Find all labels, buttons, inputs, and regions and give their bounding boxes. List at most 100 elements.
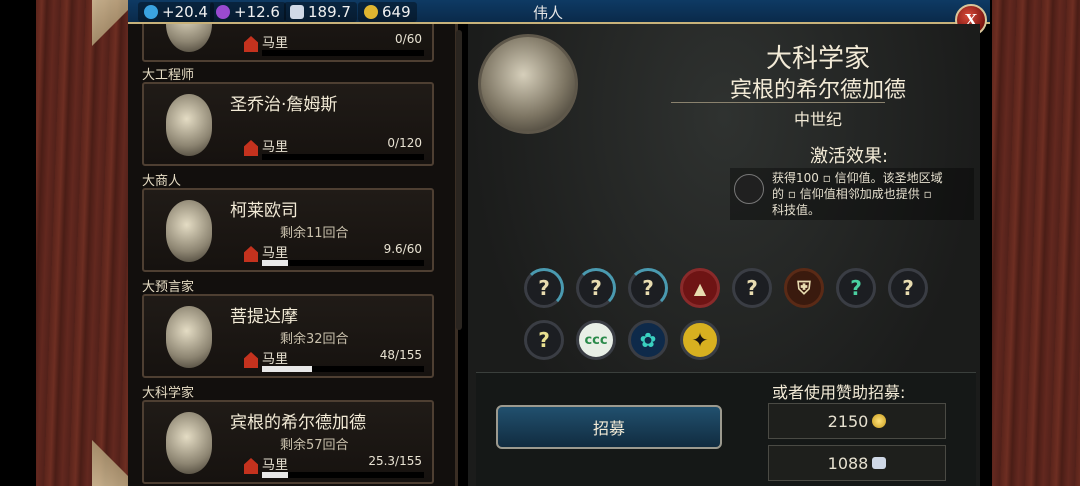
category-label: 大预言家 [142,280,195,295]
effect-text: 获得100 ▫ 信仰值。该圣地区域 的 ▫ 信仰值相邻加成也提供 ▫ 科技值。 [772,170,972,218]
city-building-icon[interactable]: ▲ [680,268,720,308]
slot-glyph: ? [538,328,550,352]
progress-fill [262,260,288,266]
great-person-detail: 大科学家 宾根的希尔德加德 中世纪 激活效果: 获得100 ▫ 信仰值。该圣地区… [468,24,980,486]
patronage-label: 或者使用赞助招募: [772,383,906,402]
great-person-medal-icon [166,412,212,474]
lotus-icon[interactable]: ✿ [628,320,668,360]
turns-remaining: 剩余32回合 [280,332,349,347]
effect-line: 的 ▫ 信仰值相邻加成也提供 ▫ [772,187,932,201]
great-person-name-title: 宾根的希尔德加德 [729,78,906,103]
great-person-medal-icon [166,94,212,156]
slot-glyph: ? [538,276,550,300]
slot-glyph: ? [902,276,914,300]
progress-fill [262,366,313,372]
progress-bar [262,366,424,372]
title-divider [671,102,885,103]
shield-icon[interactable]: ⛨ [784,268,824,308]
progress-bar [262,50,424,56]
city-name: 马里 [262,36,289,51]
great-person-type: 大科学家 [765,44,870,74]
faith-icon [290,5,304,19]
great-people-list[interactable]: 马里 0/60 大工程师 圣乔治·詹姆斯 马里 0/120 大商人 柯莱欧司 剩… [128,24,458,486]
list-scrollbar[interactable] [456,30,462,330]
progress-bar [262,154,424,160]
great-person-name: 菩提达摩 [230,307,298,327]
great-person-card[interactable]: 柯莱欧司 剩余11回合 马里 9.6/60 [142,188,434,272]
city-name: 马里 [262,352,289,367]
city-icon [244,458,258,474]
screen-title: 伟人 [533,4,564,22]
gold-value: 649 [382,3,411,21]
eagle-icon[interactable]: ✦ [680,320,720,360]
turns-remaining: 剩余11回合 [280,226,349,241]
science-yield: +20.4 [138,2,214,22]
screen-bezel [0,0,36,486]
city-name: 马里 [262,458,289,473]
city-icon [244,140,258,156]
great-person-medal-icon [166,200,212,262]
faith-yield: 189.7 [284,2,357,22]
great-person-card[interactable]: 菩提达摩 剩余32回合 马里 48/155 [142,294,434,378]
category-label: 大科学家 [142,386,195,401]
slot-glyph: ccc [584,332,608,348]
city-icon [244,352,258,368]
unknown-great-person-icon[interactable]: ? [524,268,564,308]
effect-heading: 激活效果: [810,146,889,167]
great-person-card[interactable]: 马里 0/60 [142,24,434,62]
great-person-name: 圣乔治·詹姆斯 [230,95,338,115]
great-person-name: 柯莱欧司 [230,201,298,221]
great-person-card[interactable]: 圣乔治·詹姆斯 马里 0/120 [142,82,434,166]
great-person-medal-icon [166,24,212,52]
patronize-gold-button[interactable]: 2150 [768,403,946,439]
wood-frame-right [992,0,1080,486]
unknown-great-person-icon[interactable]: ? [524,320,564,360]
great-scientist-medal-icon [478,34,578,134]
slot-glyph: ? [746,276,758,300]
progress-text: 48/155 [379,348,422,362]
progress-text: 25.3/155 [368,454,422,468]
great-person-medal-icon [166,306,212,368]
unknown-great-person-icon[interactable]: ? [836,268,876,308]
faith-value: 189.7 [308,3,351,21]
recruit-area: 招募 或者使用赞助招募: 2150 1088 [476,372,976,486]
gold-icon [364,5,378,19]
city-name: 马里 [262,246,289,261]
progress-text: 9.6/60 [383,242,422,256]
progress-bar [262,472,424,478]
wood-frame-left [36,0,128,486]
unknown-great-person-icon[interactable]: ? [576,268,616,308]
progress-text: 0/120 [387,136,422,150]
unknown-great-person-icon[interactable]: ? [732,268,772,308]
gold-cost: 2150 [827,411,869,431]
category-label: 大商人 [142,174,182,189]
slot-glyph: ? [850,276,862,300]
recruit-button[interactable]: 招募 [496,405,722,449]
city-icon [244,36,258,52]
culture-icon [216,5,230,19]
science-value: +20.4 [162,3,208,21]
patronize-faith-button[interactable]: 1088 [768,445,946,481]
faith-icon [872,457,887,469]
resource-bar: +20.4 +12.6 189.7 649 伟人 [128,0,990,24]
unknown-great-person-icon[interactable]: ? [888,268,928,308]
city-name: 马里 [262,140,289,155]
progress-text: 0/60 [395,32,422,46]
faith-cost: 1088 [827,453,869,473]
scroll-icon [734,174,764,204]
culture-yield: +12.6 [210,2,286,22]
city-icon [244,246,258,262]
gold-yield: 649 [358,2,417,22]
science-icon [144,5,158,19]
slot-glyph: ? [642,276,654,300]
progress-bar [262,260,424,266]
ccc-icon[interactable]: ccc [576,320,616,360]
unknown-great-person-icon[interactable]: ? [628,268,668,308]
great-person-card[interactable]: 宾根的希尔德加德 剩余57回合 马里 25.3/155 [142,400,434,484]
great-person-name: 宾根的希尔德加德 [230,413,366,433]
progress-fill [262,472,288,478]
effect-box: 获得100 ▫ 信仰值。该圣地区域 的 ▫ 信仰值相邻加成也提供 ▫ 科技值。 [730,168,974,220]
turns-remaining: 剩余57回合 [280,438,349,453]
slot-glyph: ? [590,276,602,300]
effect-line: 获得100 ▫ 信仰值。该圣地区域 [772,171,943,185]
